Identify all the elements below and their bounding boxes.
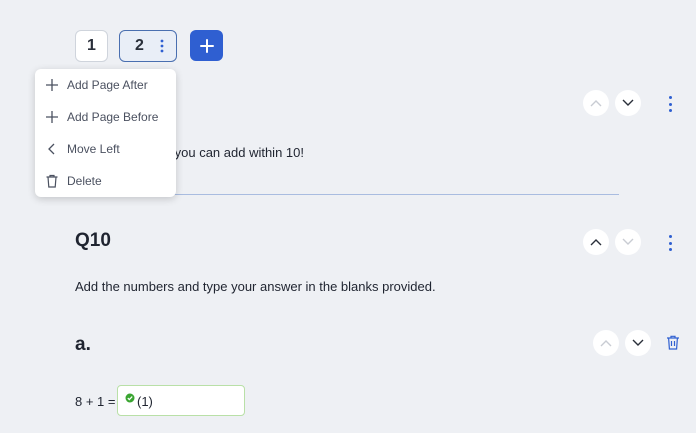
page-tab-2[interactable]: 2 (119, 30, 177, 62)
move-down-button[interactable] (625, 330, 651, 356)
plus-icon (199, 38, 214, 53)
menu-item-move-left[interactable]: Move Left (35, 133, 176, 165)
answer-value: (1) (137, 394, 153, 409)
page-tab-1[interactable]: 1 (75, 30, 108, 62)
menu-item-label: Move Left (67, 142, 120, 156)
menu-item-add-page-after[interactable]: Add Page After (35, 69, 176, 101)
move-up-button[interactable] (583, 229, 609, 255)
page-tab-label: 1 (87, 37, 96, 54)
question-title: Q10 (75, 230, 111, 251)
question-options-icon[interactable] (665, 235, 675, 251)
trash-icon (44, 173, 60, 189)
trash-icon (667, 335, 679, 350)
subquestion-label: a. (75, 334, 91, 355)
chevron-down-icon (622, 99, 634, 106)
question-instruction: Add the numbers and type your answer in … (75, 279, 436, 294)
menu-item-delete[interactable]: Delete (35, 165, 176, 197)
move-up-button[interactable] (583, 90, 609, 116)
chevron-down-icon (622, 238, 634, 245)
menu-item-label: Add Page After (67, 78, 148, 92)
menu-item-label: Delete (67, 174, 102, 188)
plus-icon (44, 77, 60, 93)
chevron-up-icon (600, 340, 612, 347)
page-context-menu: Add Page After Add Page Before Move Left… (35, 69, 176, 197)
menu-item-label: Add Page Before (67, 110, 159, 124)
page-tab-label: 2 (135, 37, 144, 54)
move-up-button[interactable] (593, 330, 619, 356)
move-down-button[interactable] (615, 90, 641, 116)
chevron-down-icon (632, 339, 644, 346)
move-down-button[interactable] (615, 229, 641, 255)
answer-input[interactable]: (1) (117, 385, 245, 416)
plus-icon (44, 109, 60, 125)
delete-subquestion-button[interactable] (666, 335, 680, 355)
page-options-icon[interactable] (160, 39, 164, 58)
menu-item-add-page-before[interactable]: Add Page Before (35, 101, 176, 133)
check-circle-icon (125, 390, 135, 408)
chevron-left-icon (44, 141, 60, 157)
chevron-up-icon (590, 239, 602, 246)
question-options-icon[interactable] (665, 96, 675, 112)
chevron-up-icon (590, 100, 602, 107)
add-page-button[interactable] (190, 30, 223, 61)
equation-text: 8 + 1 = (75, 394, 116, 409)
question-text: ell you can add within 10! (158, 145, 304, 160)
